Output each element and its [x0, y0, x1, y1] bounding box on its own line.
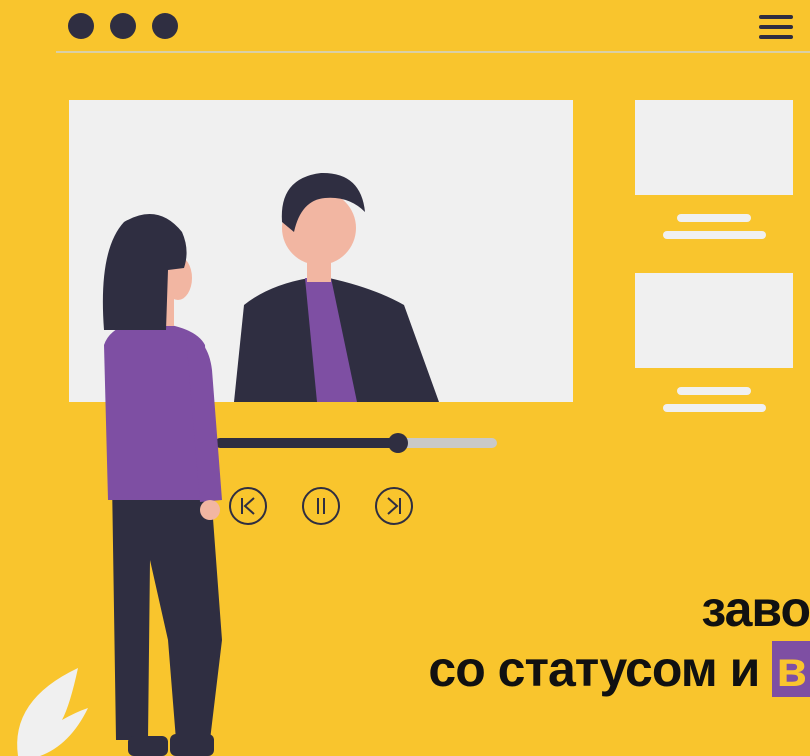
progress-handle[interactable]: [388, 433, 409, 453]
top-bar: [0, 0, 810, 54]
window-dot-2: [110, 13, 136, 39]
headline-highlight: в: [772, 641, 810, 697]
skip-back-icon[interactable]: [228, 486, 268, 526]
hamburger-menu-icon[interactable]: [759, 15, 793, 39]
headline-line-1: заво: [701, 580, 810, 638]
side-thumbnail-2[interactable]: [635, 273, 793, 368]
top-divider: [56, 51, 810, 53]
thumb-1-subtitle-line: [663, 231, 766, 239]
thumb-1-title-line: [677, 214, 751, 222]
thumb-2-subtitle-line: [663, 404, 766, 412]
progress-track[interactable]: [215, 438, 497, 448]
headline-line-2-text: со статусом и: [428, 641, 773, 697]
skip-forward-icon[interactable]: [374, 486, 414, 526]
thumb-2-title-line: [677, 387, 751, 395]
window-dot-1: [68, 13, 94, 39]
window-dot-3: [152, 13, 178, 39]
pause-icon[interactable]: [301, 486, 341, 526]
progress-fill: [215, 438, 399, 448]
side-thumbnail-1[interactable]: [635, 100, 793, 195]
headline-line-1-text: заво: [701, 581, 810, 637]
video-frame[interactable]: [69, 100, 573, 402]
headline-line-2: со статусом и в: [428, 640, 810, 698]
presenter-illustration: [234, 172, 439, 402]
